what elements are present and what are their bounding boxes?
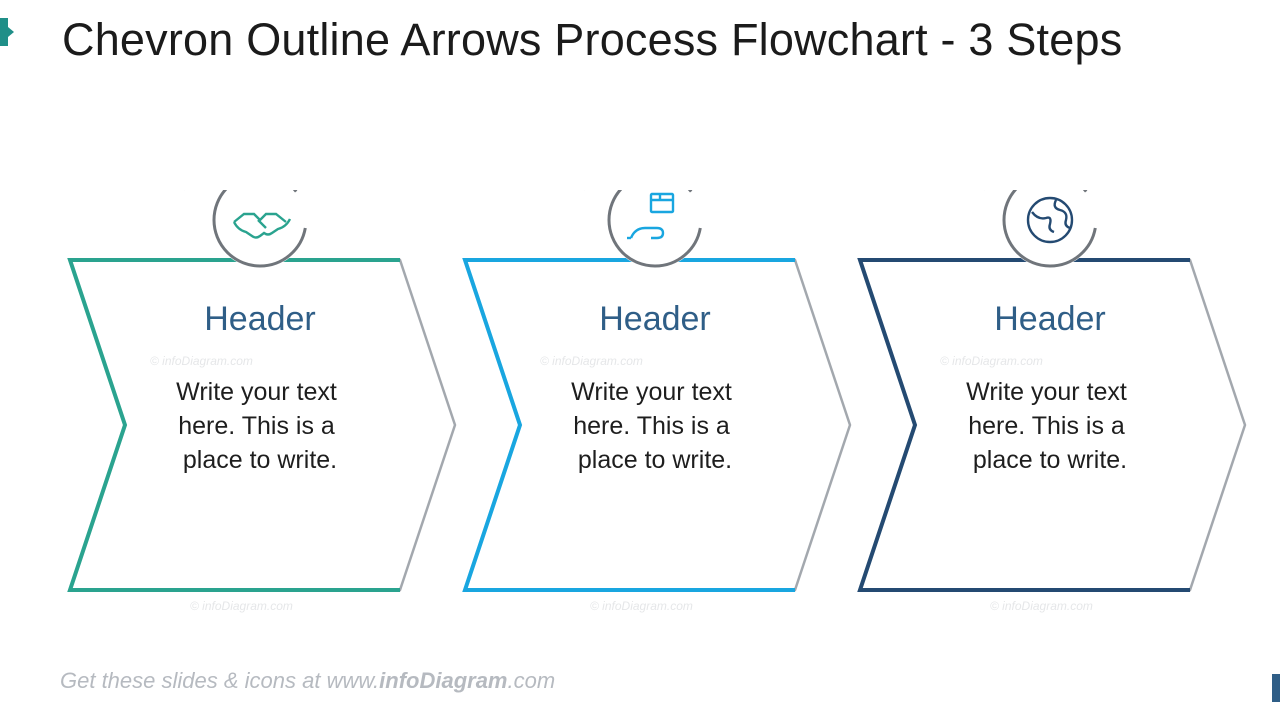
svg-text:© infoDiagram.com: © infoDiagram.com	[590, 599, 693, 613]
step-2-body: Write your text here. This is a place to…	[571, 378, 739, 474]
step-3-header: Header	[994, 300, 1106, 338]
slide-title: Chevron Outline Arrows Process Flowchart…	[62, 14, 1240, 66]
step-3: Header Write your text here. This is a p…	[860, 190, 1245, 590]
step-2-header: Header	[599, 300, 711, 338]
footer-brand: infoDiagram	[379, 668, 507, 693]
svg-text:© infoDiagram.com: © infoDiagram.com	[190, 599, 293, 613]
footer: Get these slides & icons at www.infoDiag…	[60, 668, 555, 694]
step-1-body: Write your text here. This is a place to…	[176, 378, 344, 474]
svg-text:© infoDiagram.com: © infoDiagram.com	[150, 354, 253, 368]
footer-text: Get these slides & icons at www.	[60, 668, 379, 693]
svg-text:© infoDiagram.com: © infoDiagram.com	[540, 354, 643, 368]
svg-text:© infoDiagram.com: © infoDiagram.com	[940, 354, 1043, 368]
slide: Chevron Outline Arrows Process Flowchart…	[0, 0, 1280, 720]
step-1: Header Write your text here. This is a p…	[70, 190, 455, 590]
accent-bottom	[1272, 674, 1280, 702]
step-3-body: Write your text here. This is a place to…	[966, 378, 1134, 474]
accent-top	[0, 18, 8, 46]
flowchart: © infoDiagram.com © infoDiagram.com © in…	[60, 190, 1260, 620]
step-1-header: Header	[204, 300, 316, 338]
flowchart-svg: © infoDiagram.com © infoDiagram.com © in…	[60, 190, 1260, 620]
svg-text:© infoDiagram.com: © infoDiagram.com	[990, 599, 1093, 613]
step-2: Header Write your text here. This is a p…	[465, 190, 850, 590]
